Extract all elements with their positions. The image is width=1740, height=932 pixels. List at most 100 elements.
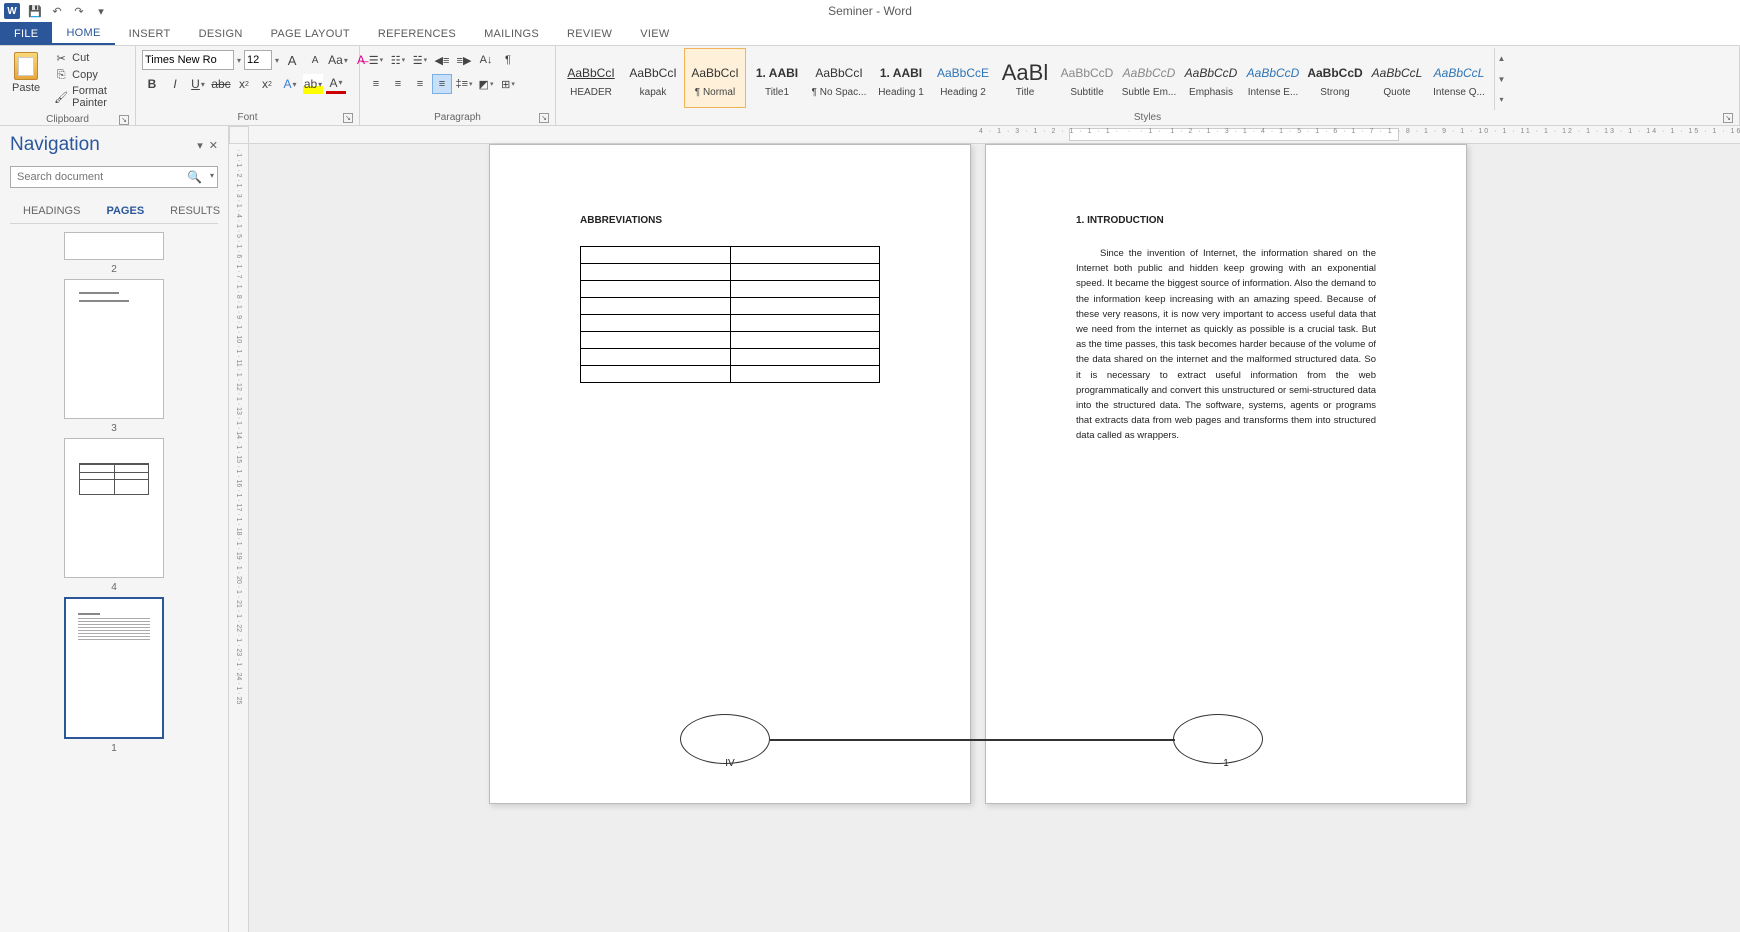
page-right[interactable]: 1. INTRODUCTION Since the invention of I… xyxy=(985,144,1467,804)
strikethrough-button[interactable]: abc xyxy=(211,74,231,94)
nav-close-icon[interactable]: ✕ xyxy=(209,139,218,152)
line-spacing-button[interactable]: ‡≡ xyxy=(454,74,474,94)
save-icon[interactable]: 💾 xyxy=(28,4,42,18)
style-title[interactable]: AaBlTitle xyxy=(994,48,1056,108)
multilevel-button[interactable]: ☱ xyxy=(410,50,430,70)
nav-tab-pages[interactable]: PAGES xyxy=(93,198,157,223)
tab-review[interactable]: REVIEW xyxy=(553,22,626,45)
style-strong[interactable]: AaBbCcDStrong xyxy=(1304,48,1366,108)
paragraph-dialog-launcher[interactable]: ↘ xyxy=(539,113,549,123)
style-heading-2[interactable]: AaBbCcEHeading 2 xyxy=(932,48,994,108)
abbreviations-table[interactable] xyxy=(580,246,880,383)
page-left[interactable]: ABBREVIATIONS IV xyxy=(489,144,971,804)
font-color-button[interactable]: A xyxy=(326,74,346,94)
style-intense-q---[interactable]: AaBbCcLIntense Q... xyxy=(1428,48,1490,108)
tab-page-layout[interactable]: PAGE LAYOUT xyxy=(257,22,364,45)
format-painter-icon: 🖌 xyxy=(54,90,68,104)
thumb-page-2[interactable] xyxy=(64,232,164,260)
group-font: ▾ ▾ A A Aa A̶ B I U abc x2 x2 A ab A Fon… xyxy=(136,46,360,125)
bold-button[interactable]: B xyxy=(142,74,162,94)
style-intense-e---[interactable]: AaBbCcDIntense E... xyxy=(1242,48,1304,108)
styles-scroll-up[interactable]: ▲ xyxy=(1495,48,1508,69)
thumb-num: 4 xyxy=(111,582,117,593)
change-case-button[interactable]: Aa xyxy=(328,50,348,70)
thumb-page-5[interactable] xyxy=(64,597,164,739)
style-heading-1[interactable]: 1. AABIHeading 1 xyxy=(870,48,932,108)
tab-home[interactable]: HOME xyxy=(52,22,114,45)
vertical-ruler[interactable]: · 1 · 1 · 2 · 1 · 3 · 1 · 4 · 1 · 5 · 1 … xyxy=(229,126,249,932)
shrink-font-button[interactable]: A xyxy=(305,50,325,70)
style-quote[interactable]: AaBbCcLQuote xyxy=(1366,48,1428,108)
page-number-right: 1 xyxy=(1223,758,1229,769)
cut-button[interactable]: ✂Cut xyxy=(50,50,129,66)
tab-mailings[interactable]: MAILINGS xyxy=(470,22,553,45)
styles-dialog-launcher[interactable]: ↘ xyxy=(1723,113,1733,123)
font-dialog-launcher[interactable]: ↘ xyxy=(343,113,353,123)
nav-title: Navigation xyxy=(10,134,100,156)
copy-button[interactable]: ⎘Copy xyxy=(50,67,129,83)
tab-insert[interactable]: INSERT xyxy=(115,22,185,45)
decrease-indent-button[interactable]: ◀≡ xyxy=(432,50,452,70)
align-right-button[interactable]: ≡ xyxy=(410,74,430,94)
justify-button[interactable]: ≡ xyxy=(432,74,452,94)
grow-font-button[interactable]: A xyxy=(282,50,302,70)
style-title1[interactable]: 1. AABITitle1 xyxy=(746,48,808,108)
font-name-input[interactable] xyxy=(142,50,234,70)
tab-design[interactable]: DESIGN xyxy=(185,22,257,45)
pages-container: ABBREVIATIONS IV 1. INTRODUCTION Since t… xyxy=(249,144,1740,932)
group-clipboard: Paste ✂Cut ⎘Copy 🖌Format Painter Clipboa… xyxy=(0,46,136,125)
numbering-button[interactable]: ☷ xyxy=(388,50,408,70)
tab-file[interactable]: FILE xyxy=(0,22,52,45)
abbreviations-heading: ABBREVIATIONS xyxy=(580,215,880,226)
nav-tab-headings[interactable]: HEADINGS xyxy=(10,198,93,223)
group-styles: AaBbCcIHEADERAaBbCcIkapakAaBbCcI¶ Normal… xyxy=(556,46,1740,125)
styles-gallery: AaBbCcIHEADERAaBbCcIkapakAaBbCcI¶ Normal… xyxy=(560,48,1490,108)
group-label-clipboard: Clipboard↘ xyxy=(4,112,131,127)
search-dropdown-icon[interactable]: ▾ xyxy=(210,171,214,180)
style-emphasis[interactable]: AaBbCcDEmphasis xyxy=(1180,48,1242,108)
italic-button[interactable]: I xyxy=(165,74,185,94)
styles-scroll-down[interactable]: ▼ xyxy=(1495,69,1508,90)
clipboard-dialog-launcher[interactable]: ↘ xyxy=(119,115,129,125)
style-kapak[interactable]: AaBbCcIkapak xyxy=(622,48,684,108)
thumb-num: 2 xyxy=(111,264,117,275)
subscript-button[interactable]: x2 xyxy=(234,74,254,94)
style---no-spac---[interactable]: AaBbCcI¶ No Spac... xyxy=(808,48,870,108)
nav-tab-results[interactable]: RESULTS xyxy=(157,198,233,223)
tab-view[interactable]: VIEW xyxy=(626,22,683,45)
style---normal[interactable]: AaBbCcI¶ Normal xyxy=(684,48,746,108)
style-header[interactable]: AaBbCcIHEADER xyxy=(560,48,622,108)
align-center-button[interactable]: ≡ xyxy=(388,74,408,94)
thumb-page-3[interactable] xyxy=(64,279,164,419)
thumb-page-4[interactable] xyxy=(64,438,164,578)
style-subtitle[interactable]: AaBbCcDSubtitle xyxy=(1056,48,1118,108)
superscript-button[interactable]: x2 xyxy=(257,74,277,94)
font-size-input[interactable] xyxy=(244,50,272,70)
search-icon[interactable]: 🔍 xyxy=(187,170,202,184)
paste-button[interactable]: Paste xyxy=(6,50,46,96)
bullets-button[interactable]: ☰ xyxy=(366,50,386,70)
style-subtle-em---[interactable]: AaBbCcDSubtle Em... xyxy=(1118,48,1180,108)
copy-icon: ⎘ xyxy=(54,68,68,82)
paste-label: Paste xyxy=(12,82,40,94)
increase-indent-button[interactable]: ≡▶ xyxy=(454,50,474,70)
horizontal-ruler[interactable]: 4 · 1 · 3 · 1 · 2 · 1 · 1 · 1 · · · 1 · … xyxy=(249,126,1740,144)
nav-dropdown-icon[interactable]: ▾ xyxy=(197,139,203,152)
sort-button[interactable]: A↓ xyxy=(476,50,496,70)
tab-references[interactable]: REFERENCES xyxy=(364,22,470,45)
shading-button[interactable]: ◩ xyxy=(476,74,496,94)
text-effects-button[interactable]: A xyxy=(280,74,300,94)
format-painter-button[interactable]: 🖌Format Painter xyxy=(50,84,129,110)
styles-expand[interactable]: ▾ xyxy=(1495,89,1508,110)
word-app-icon: W xyxy=(4,3,20,19)
qat-more-icon[interactable]: ▾ xyxy=(94,4,108,18)
underline-button[interactable]: U xyxy=(188,74,208,94)
borders-button[interactable]: ⊞ xyxy=(498,74,518,94)
document-title: Seminer - Word xyxy=(828,4,912,18)
undo-icon[interactable]: ↶ xyxy=(50,4,64,18)
redo-icon[interactable]: ↷ xyxy=(72,4,86,18)
group-label-paragraph: Paragraph↘ xyxy=(364,110,551,125)
show-marks-button[interactable]: ¶ xyxy=(498,50,518,70)
align-left-button[interactable]: ≡ xyxy=(366,74,386,94)
highlight-button[interactable]: ab xyxy=(303,74,323,94)
